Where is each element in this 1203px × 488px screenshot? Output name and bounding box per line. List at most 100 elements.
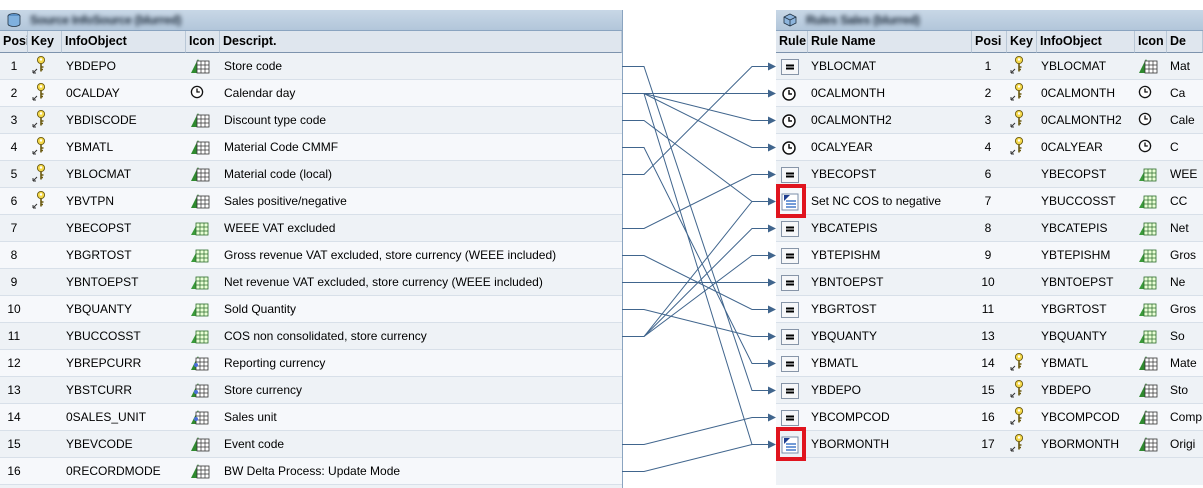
source-field-row[interactable]: 13 YBSTCURR Store currency [0,377,622,404]
key-cell [30,53,60,82]
source-field-row[interactable]: 4 YBMATL Material Code CMMF [0,134,622,161]
position-cell: 4 [984,140,992,154]
source-field-row[interactable]: 11 YBUCCOSST COS non consolidated, store c… [0,323,622,350]
cube-icon [782,13,798,30]
target-rule-row[interactable]: 0CALMONTH2 3 0CALMONTH2 Cale [776,107,1203,134]
description-cell: Store code [224,59,283,73]
target-rule-row[interactable]: 0CALYEAR 4 0CALYEAR C [776,134,1203,161]
description-cell: Store currency [224,383,303,397]
target-rule-row[interactable]: Set NC COS to negative 7 YBUCCOSST CC [776,188,1203,215]
source-field-row[interactable]: 16 0RECORDMODE BW Delta Process: Update Mo… [0,458,622,485]
description-cell: BW Delta Process: Update Mode [224,464,401,478]
source-field-row[interactable]: 15 YBEVCODE Event code [0,431,622,458]
col-header-position[interactable]: Posi [972,31,1007,53]
infoobject-cell: YBGRTOST [1041,302,1107,316]
position-cell: 3 [10,113,18,127]
source-field-row[interactable]: 9 YBNTOEPST Net revenue VAT excluded, stor… [0,269,622,296]
source-field-row[interactable]: 3 YBDISCODE Discount type code [0,107,622,134]
position-cell: 7 [984,194,992,208]
target-rule-row[interactable]: YBCATEPIS 8 YBCATEPIS Net [776,215,1203,242]
source-field-row[interactable]: 1 YBDEPO Store code [0,53,622,80]
source-field-row[interactable]: 8 YBGRTOST Gross revenue VAT excluded, sto… [0,242,622,269]
source-field-row[interactable]: 10 YBQUANTY Sold Quantity [0,296,622,323]
col-header-icon[interactable]: Icon [186,31,220,53]
target-rule-row[interactable]: 0CALMONTH 2 0CALMONTH Ca [776,80,1203,107]
key-cell [30,161,60,190]
arrow-head [768,359,776,368]
key-cell [30,377,60,406]
col-header-infoobject[interactable]: InfoObject [1037,31,1135,53]
key-cell [30,323,60,352]
key-cell [1008,323,1036,352]
col-header-description[interactable]: De [1167,31,1203,53]
key-icon [1008,433,1036,453]
position-cell: 9 [984,248,992,262]
key-cell [1008,377,1036,406]
col-header-rule[interactable]: Rule [776,31,808,53]
position-cell: 8 [10,248,18,262]
description-cell: Mate [1170,356,1197,370]
position-cell: 4 [10,140,18,154]
target-rule-row[interactable]: YBQUANTY 13 YBQUANTY So [776,323,1203,350]
position-cell: 15 [981,383,995,397]
col-header-infoobject[interactable]: InfoObject [62,31,186,53]
infoobject-cell: YBQUANTY [66,302,133,316]
target-rule-row[interactable]: YBCOMPCOD 16 YBCOMPCOD Comp [776,404,1203,431]
target-rule-row[interactable]: YBECOPST 6 YBECOPST WEE [776,161,1203,188]
arrow-head [768,143,776,152]
col-header-key[interactable]: Key [1007,31,1037,53]
mapping-line [622,309,772,337]
col-header-key[interactable]: Key [28,31,62,53]
description-cell: Net [1170,221,1189,235]
infoobject-cell: YBORMONTH [1041,437,1119,451]
col-header-description[interactable]: Descript. [220,31,622,53]
position-cell: 14 [7,410,21,424]
routine-highlight-box [776,427,806,461]
source-field-row[interactable]: 14 0SALES_UNIT Sales unit [0,404,622,431]
position-cell: 9 [10,275,18,289]
position-cell: 1 [984,59,992,73]
description-cell: Gros [1170,248,1197,262]
source-field-row[interactable]: 2 0CALDAY Calendar day [0,80,622,107]
description-cell: CC [1170,194,1188,208]
description-cell: Gros [1170,302,1197,316]
description-cell: WEE [1170,167,1198,181]
col-header-icon[interactable]: Icon [1135,31,1167,53]
target-rule-row[interactable]: YBGRTOST 11 YBGRTOST Gros [776,296,1203,323]
position-cell: 5 [10,167,18,181]
key-cell [30,431,60,460]
key-cell [1008,269,1036,298]
target-rule-row[interactable]: YBNTOEPST 10 YBNTOEPST Ne [776,269,1203,296]
rule-name-cell: YBTEPISHM [811,248,881,262]
key-cell [1008,134,1036,163]
description-cell: Origi [1170,437,1196,451]
routine-highlight-box [776,184,806,218]
description-cell: Sales positive/negative [224,194,347,208]
source-title: Source InfoSource (blurred) [30,13,182,27]
source-field-row[interactable]: 5 YBLOCMAT Material code (local) [0,161,622,188]
position-cell: 17 [981,437,995,451]
infoobject-cell: YBCOMPCOD [1041,410,1120,424]
target-rule-row[interactable]: YBTEPISHM 9 YBTEPISHM Gros [776,242,1203,269]
rule-name-cell: 0CALMONTH2 [811,113,892,127]
target-rule-row[interactable]: YBDEPO 15 YBDEPO Sto [776,377,1203,404]
description-cell: C [1170,140,1179,154]
position-cell: 12 [7,356,21,370]
key-icon [1008,55,1036,75]
target-rule-row[interactable]: YBMATL 14 YBMATL Mate [776,350,1203,377]
arrow-head [768,386,776,395]
position-cell: 7 [10,221,18,235]
target-rule-row[interactable]: YBORMONTH 17 YBORMONTH Origi [776,431,1203,458]
col-header-rule-name[interactable]: Rule Name [808,31,972,53]
target-rule-row[interactable]: YBLOCMAT 1 YBLOCMAT Mat [776,53,1203,80]
source-field-row[interactable]: 6 YBVTPN Sales positive/negative [0,188,622,215]
source-field-row[interactable]: 7 YBECOPST WEEE VAT excluded [0,215,622,242]
key-cell [30,188,60,217]
key-cell [1008,80,1036,109]
key-cell [30,107,60,136]
description-cell: Comp [1170,410,1203,424]
source-field-row[interactable]: 12 YBREPCURR Reporting currency [0,350,622,377]
col-header-position[interactable]: Posi [0,31,28,53]
description-cell: Event code [224,437,285,451]
infoobject-cell: 0SALES_UNIT [66,410,147,424]
